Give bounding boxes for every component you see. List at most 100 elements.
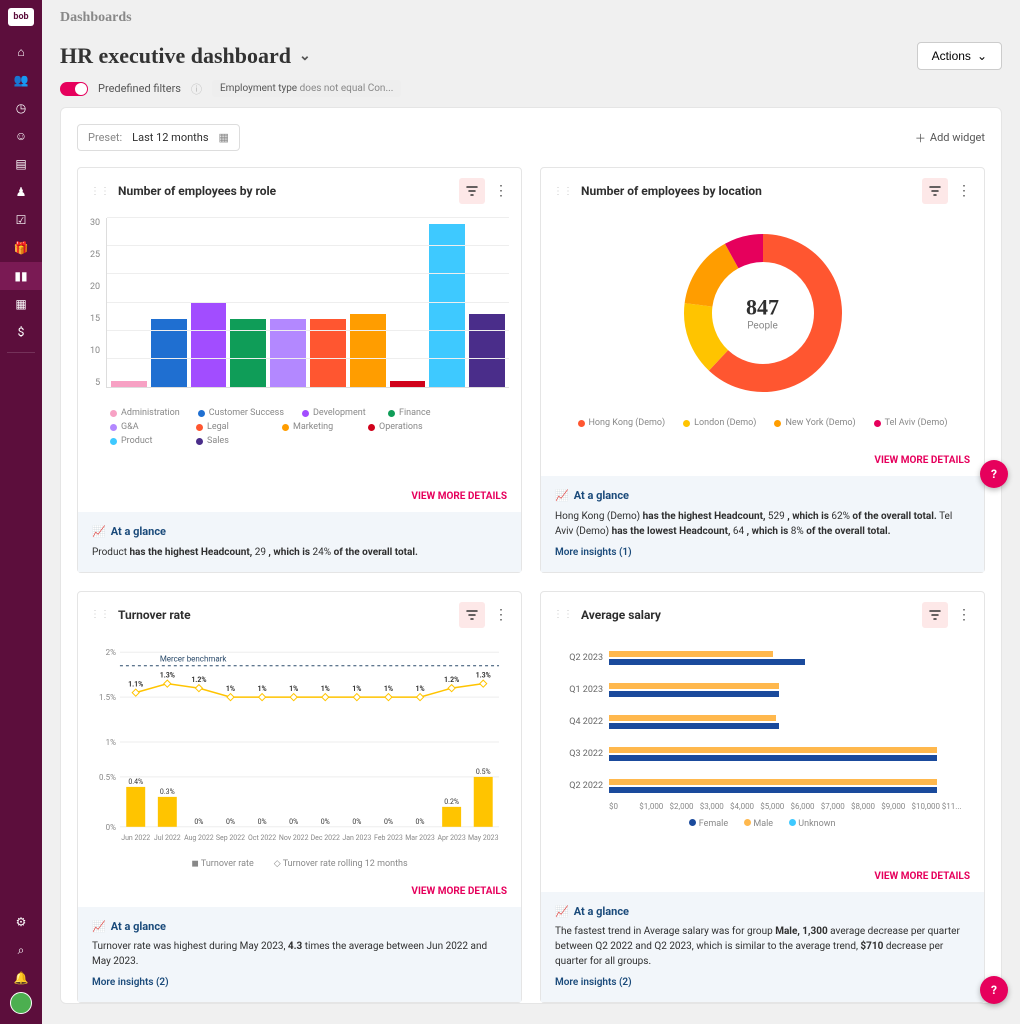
legend-item[interactable]: Unknown — [789, 819, 835, 829]
bar-marketing[interactable] — [350, 314, 386, 387]
svg-text:1%: 1% — [106, 738, 116, 747]
widget-more-button[interactable]: ⋮ — [493, 607, 509, 623]
legend-item[interactable]: Hong Kong (Demo) — [578, 418, 666, 428]
legend-item[interactable]: London (Demo) — [683, 418, 756, 428]
logo[interactable]: bob — [8, 8, 34, 26]
nav-analytics-icon[interactable]: ▮▮ — [0, 262, 42, 290]
legend-item[interactable]: New York (Demo) — [774, 418, 855, 428]
salary-chart: Q2 2023Q1 2023Q4 2022Q3 2022Q2 2022 $0$1… — [541, 638, 984, 862]
bar-administration[interactable] — [111, 381, 147, 387]
nav-settings-icon[interactable]: ⚙ — [0, 908, 42, 936]
legend-item[interactable]: Finance — [388, 408, 456, 418]
salary-bar-female[interactable] — [609, 691, 779, 697]
nav-money-icon[interactable]: $ — [0, 318, 42, 346]
sidebar-divider — [7, 352, 35, 353]
svg-text:0%: 0% — [289, 817, 298, 825]
drag-handle-icon[interactable]: ⋮⋮ — [553, 186, 573, 197]
salary-bar-male[interactable] — [609, 779, 937, 785]
bar-product[interactable] — [429, 224, 465, 387]
filter-chip[interactable]: Employment type does not equal Con... — [212, 80, 401, 97]
nav-doc-icon[interactable]: ▤ — [0, 150, 42, 178]
legend-item[interactable]: Tel Aviv (Demo) — [874, 418, 948, 428]
salary-bar-male[interactable] — [609, 651, 773, 657]
preset-prefix: Preset: — [88, 131, 122, 144]
drag-handle-icon[interactable]: ⋮⋮ — [90, 609, 110, 620]
at-a-glance-label: At a glance — [574, 488, 629, 505]
bar-development[interactable] — [191, 303, 227, 388]
nav-time-icon[interactable]: ◷ — [0, 94, 42, 122]
view-more-link[interactable]: VIEW MORE DETAILS — [874, 455, 970, 466]
preset-selector[interactable]: Preset: Last 12 months ▦ — [77, 124, 240, 151]
bar-sales[interactable] — [469, 314, 505, 387]
donut-slice-tel-aviv-demo-[interactable] — [731, 248, 762, 256]
widget-filter-button[interactable] — [459, 602, 485, 628]
legend-item[interactable]: Marketing — [282, 422, 350, 432]
view-more-link[interactable]: VIEW MORE DETAILS — [874, 871, 970, 882]
legend-item[interactable]: Female — [689, 819, 728, 829]
predefined-filters-toggle[interactable] — [60, 82, 88, 96]
help-button[interactable]: ? — [980, 460, 1008, 488]
salary-bar-male[interactable] — [609, 683, 779, 689]
insight-text: The fastest trend in Average salary was … — [555, 924, 970, 969]
legend-item[interactable]: Product — [110, 436, 178, 446]
page-title[interactable]: HR executive dashboard ⌄ — [60, 43, 311, 69]
svg-text:0%: 0% — [384, 817, 393, 825]
actions-button[interactable]: Actions ⌄ — [917, 42, 1002, 70]
drag-handle-icon[interactable]: ⋮⋮ — [553, 609, 573, 620]
widget-filter-button[interactable] — [459, 178, 485, 204]
salary-row: Q4 2022 — [553, 706, 972, 738]
add-widget-button[interactable]: ＋ Add widget — [915, 130, 985, 146]
salary-bar-female[interactable] — [609, 755, 937, 761]
nav-calendar-icon[interactable]: ▦ — [0, 290, 42, 318]
drag-handle-icon[interactable]: ⋮⋮ — [90, 186, 110, 197]
more-insights-link[interactable]: More insights (2) — [92, 975, 507, 990]
chevron-down-icon: ⌄ — [977, 49, 987, 63]
widget-filter-button[interactable] — [922, 178, 948, 204]
nav-bell-icon[interactable]: 🔔 — [0, 964, 42, 992]
donut-center-label: People — [746, 321, 779, 332]
salary-bar-female[interactable] — [609, 787, 937, 793]
salary-bar-male[interactable] — [609, 715, 776, 721]
view-more-link[interactable]: VIEW MORE DETAILS — [411, 491, 507, 502]
salary-bar-female[interactable] — [609, 723, 779, 729]
legend-item[interactable]: Legal — [196, 422, 264, 432]
at-a-glance-label: At a glance — [574, 904, 629, 921]
view-more-link[interactable]: VIEW MORE DETAILS — [411, 886, 507, 897]
more-insights-link[interactable]: More insights (2) — [555, 975, 970, 990]
legend-item[interactable]: Development — [302, 408, 370, 418]
legend-item[interactable]: Male — [744, 819, 773, 829]
nav-org-icon[interactable]: ♟ — [0, 178, 42, 206]
info-icon[interactable]: ⓘ — [191, 81, 202, 97]
widget-more-button[interactable]: ⋮ — [493, 183, 509, 199]
filter-icon — [929, 609, 941, 621]
help-button[interactable]: ? — [980, 976, 1008, 1004]
avatar[interactable] — [10, 992, 32, 1014]
donut-slice-new-york-demo-[interactable] — [698, 256, 731, 305]
salary-bar-female[interactable] — [609, 659, 805, 665]
legend-item[interactable]: Administration — [110, 408, 180, 418]
nav-profile-icon[interactable]: ☺ — [0, 122, 42, 150]
nav-gift-icon[interactable]: 🎁 — [0, 234, 42, 262]
legend-item[interactable]: G&A — [110, 422, 178, 432]
chevron-down-icon[interactable]: ⌄ — [299, 48, 311, 65]
legend-item: ◇ Turnover rate rolling 12 months — [274, 859, 408, 869]
legend-item[interactable]: Sales — [196, 436, 264, 446]
widget-filter-button[interactable] — [922, 602, 948, 628]
plus-icon: ＋ — [915, 130, 926, 146]
nav-home-icon[interactable]: ⌂ — [0, 38, 42, 66]
nav-search-icon[interactable]: ⌕ — [0, 936, 42, 964]
donut-slice-london-demo-[interactable] — [698, 305, 719, 361]
legend-item: ◼ Turnover rate — [191, 859, 253, 869]
bar-operations[interactable] — [390, 381, 426, 387]
salary-bar-male[interactable] — [609, 747, 937, 753]
svg-text:0%: 0% — [194, 817, 203, 825]
breadcrumb: Dashboards — [42, 0, 1020, 36]
widget-turnover-rate: ⋮⋮ Turnover rate ⋮ 2%1.5%1%Mercer benchm… — [77, 591, 522, 1004]
widget-more-button[interactable]: ⋮ — [956, 183, 972, 199]
nav-tasks-icon[interactable]: ☑ — [0, 206, 42, 234]
widget-more-button[interactable]: ⋮ — [956, 607, 972, 623]
legend-item[interactable]: Customer Success — [198, 408, 284, 418]
legend-item[interactable]: Operations — [368, 422, 436, 432]
more-insights-link[interactable]: More insights (1) — [555, 545, 970, 560]
nav-people-icon[interactable]: 👥 — [0, 66, 42, 94]
